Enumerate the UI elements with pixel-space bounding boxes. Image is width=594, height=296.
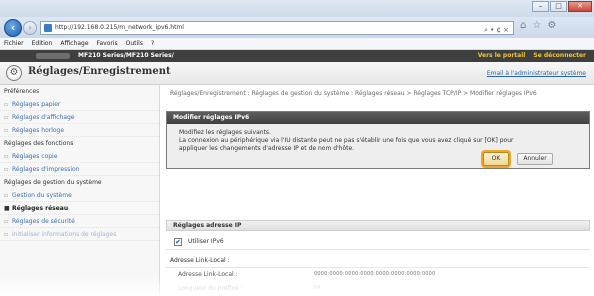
sidebar: Préférences Réglages papier Réglages d'a… (0, 85, 160, 296)
sidebar-group-system: Réglages de gestion du système (4, 179, 102, 186)
page-title: Réglages/Enregistrement (28, 66, 171, 77)
link-local-row: Adresse Link-Local : 0000:0000:0000:0000… (166, 267, 590, 281)
address-bar-area: ‹ › http://192.168.0.215/m_network_ipv6.… (0, 17, 594, 38)
menu-edition[interactable]: Edition (32, 38, 53, 49)
link-local-label: Adresse Link-Local : (178, 271, 238, 278)
sidebar-item-reset[interactable]: Initialiser informations de réglages (0, 228, 159, 241)
link-local-heading: Adresse Link-Local : (170, 257, 230, 264)
home-icon[interactable]: ⌂ (520, 20, 526, 31)
browser-toolbar-icons: ⌂ ☆ ⚙ (520, 20, 556, 31)
breadcrumb: Réglages/Enregistrement : Réglages de ge… (170, 90, 537, 97)
link-local-value: 0000:0000:0000:0000:0000:0000:0000:0000 (314, 271, 436, 277)
menu-help[interactable]: ? (151, 38, 154, 49)
sidebar-item-copy[interactable]: Réglages copie (0, 150, 159, 163)
ip-settings-heading: Réglages adresse IP (166, 220, 590, 231)
dialog-line-3: appliquer les changements d'adresse IP e… (179, 145, 355, 152)
device-model: MF210 Series/MF210 Series/ (78, 52, 174, 59)
browser-titlebar: – □ ✕ (0, 0, 594, 17)
dialog-line-1: Modifiez les réglages suivants. (179, 129, 271, 136)
sidebar-item-security[interactable]: Réglages de sécurité (0, 215, 159, 228)
use-ipv6-label: Utiliser IPv6 (188, 238, 224, 245)
menu-favoris[interactable]: Favoris (97, 38, 118, 49)
device-name-redacted (36, 53, 70, 59)
maximize-icon[interactable]: □ (550, 1, 567, 12)
sidebar-item-display[interactable]: Réglages d'affichage (0, 111, 159, 124)
sidebar-group-functions: Réglages des fonctions (4, 140, 74, 147)
close-icon[interactable]: ✕ (568, 1, 592, 12)
sidebar-group-preferences: Préférences (4, 88, 40, 95)
favorites-star-icon[interactable]: ☆ (532, 20, 541, 31)
logout-link[interactable]: Se déconnecter (533, 52, 586, 59)
page-title-band: ⚙ Réglages/Enregistrement Email à l'admi… (0, 62, 594, 85)
menu-affichage[interactable]: Affichage (60, 38, 88, 49)
minimize-icon[interactable]: – (532, 1, 549, 12)
settings-gear-icon[interactable]: ⚙ (547, 20, 556, 31)
menu-fichier[interactable]: Fichier (4, 38, 24, 49)
sidebar-item-system-management[interactable]: Gestion du système (0, 189, 159, 202)
menu-outils[interactable]: Outils (126, 38, 143, 49)
prefix-value: 64 (314, 285, 321, 291)
cancel-button[interactable]: Annuler (517, 153, 553, 165)
prefix-label: Longueur du préfixe : (178, 285, 243, 292)
back-button[interactable]: ‹ (4, 19, 22, 37)
ok-button[interactable]: OK (483, 152, 509, 166)
browser-menubar: Fichier Edition Affichage Favoris Outils… (0, 38, 594, 50)
forward-button[interactable]: › (23, 21, 37, 35)
device-topbar: MF210 Series/MF210 Series/ Vers le porta… (0, 50, 594, 62)
confirm-dialog: Modifier réglages IPv6 Modifiez les régl… (166, 111, 590, 169)
sidebar-item-network[interactable]: Réglages réseau (0, 202, 159, 215)
sidebar-item-clock[interactable]: Réglages horloge (0, 124, 159, 137)
favicon-icon (44, 24, 52, 32)
url-input[interactable]: http://192.168.0.215/m_network_ipv6.html… (40, 21, 514, 35)
window-controls: – □ ✕ (531, 1, 592, 12)
tools-icon: ⚙ (6, 65, 22, 81)
url-tools[interactable]: ⌕ • ¢ × (484, 24, 509, 36)
dialog-title: Modifier réglages IPv6 (167, 112, 589, 124)
portal-link[interactable]: Vers le portail (478, 52, 526, 59)
dialog-line-2: La connexion au périphérique via l'IU di… (179, 137, 514, 144)
use-ipv6-checkbox[interactable]: ✔ (174, 238, 182, 246)
use-ipv6-row: ✔ Utiliser IPv6 (166, 235, 590, 250)
dialog-message: Modifiez les réglages suivants. La conne… (179, 129, 579, 153)
sidebar-item-paper[interactable]: Réglages papier (0, 98, 159, 111)
sidebar-item-print[interactable]: Réglages d'impression (0, 163, 159, 176)
url-text: http://192.168.0.215/m_network_ipv6.html (55, 24, 184, 31)
topbar-links: Vers le portail Se déconnecter (472, 50, 586, 62)
email-admin-link[interactable]: Email à l'administrateur système (487, 70, 586, 77)
prefix-row: Longueur du préfixe : 64 (166, 282, 590, 296)
